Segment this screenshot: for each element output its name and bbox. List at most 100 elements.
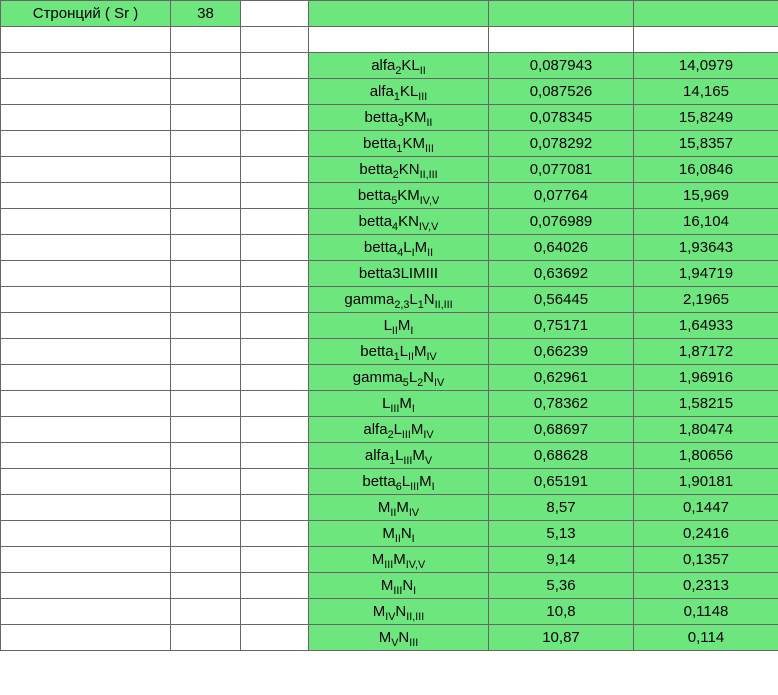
xray-line-name: betta5KMIV,V — [309, 183, 489, 209]
blank-cell — [634, 1, 778, 27]
xray-line-value-1: 10,8 — [489, 599, 634, 625]
xray-line-value-1: 0,78362 — [489, 391, 634, 417]
blank-cell — [241, 183, 309, 209]
xray-line-name: betta4LIMII — [309, 235, 489, 261]
xray-line-name: alfa2KLII — [309, 53, 489, 79]
xray-line-value-2: 0,1447 — [634, 495, 778, 521]
blank-cell — [171, 391, 241, 417]
blank-cell — [1, 521, 171, 547]
blank-cell — [1, 599, 171, 625]
blank-cell — [241, 1, 309, 27]
blank-cell — [1, 469, 171, 495]
xray-line-name: MVNIII — [309, 625, 489, 651]
blank-cell — [171, 339, 241, 365]
xray-line-value-1: 0,75171 — [489, 313, 634, 339]
xray-line-value-1: 0,07764 — [489, 183, 634, 209]
blank-cell — [241, 547, 309, 573]
blank-cell — [171, 235, 241, 261]
blank-cell — [1, 53, 171, 79]
blank-cell — [171, 209, 241, 235]
blank-cell — [1, 495, 171, 521]
blank-cell — [171, 495, 241, 521]
table-row: alfa1LIIIMV0,686281,80656 — [1, 443, 778, 469]
blank-cell — [634, 27, 778, 53]
table-row: MIINI5,130,2416 — [1, 521, 778, 547]
xray-line-name: betta6LIIIMI — [309, 469, 489, 495]
blank-cell — [171, 521, 241, 547]
blank-cell — [241, 79, 309, 105]
xray-line-name: betta2KNII,III — [309, 157, 489, 183]
spacer-row — [1, 27, 778, 53]
table-row: betta3LIMIII0,636921,94719 — [1, 261, 778, 287]
xray-line-name: betta3LIMIII — [309, 261, 489, 287]
blank-cell — [171, 365, 241, 391]
table-row: MIIIMIV,V9,140,1357 — [1, 547, 778, 573]
blank-cell — [1, 79, 171, 105]
table-row: gamma2,3L1NII,III0,564452,1965 — [1, 287, 778, 313]
xray-line-value-1: 0,62961 — [489, 365, 634, 391]
xray-line-value-1: 9,14 — [489, 547, 634, 573]
xray-line-value-2: 1,58215 — [634, 391, 778, 417]
xray-line-value-2: 2,1965 — [634, 287, 778, 313]
xray-line-value-1: 5,13 — [489, 521, 634, 547]
blank-cell — [171, 183, 241, 209]
xray-line-name: alfa1LIIIMV — [309, 443, 489, 469]
blank-cell — [171, 443, 241, 469]
blank-cell — [241, 131, 309, 157]
table-row: LIIMI0,751711,64933 — [1, 313, 778, 339]
xray-line-value-1: 0,63692 — [489, 261, 634, 287]
blank-cell — [241, 625, 309, 651]
xray-line-name: LIIMI — [309, 313, 489, 339]
blank-cell — [241, 313, 309, 339]
table-row: MVNIII10,870,114 — [1, 625, 778, 651]
blank-cell — [1, 573, 171, 599]
xray-line-name: betta1KMIII — [309, 131, 489, 157]
blank-cell — [309, 27, 489, 53]
blank-cell — [1, 391, 171, 417]
xray-line-value-2: 1,93643 — [634, 235, 778, 261]
xray-line-name: MIVNII,III — [309, 599, 489, 625]
xray-line-value-2: 16,0846 — [634, 157, 778, 183]
table-row: alfa2KLII0,08794314,0979 — [1, 53, 778, 79]
blank-cell — [241, 105, 309, 131]
blank-cell — [241, 391, 309, 417]
element-z-cell: 38 — [171, 1, 241, 27]
blank-cell — [171, 79, 241, 105]
blank-cell — [171, 417, 241, 443]
xray-line-value-2: 0,1148 — [634, 599, 778, 625]
xray-line-name: MIIINI — [309, 573, 489, 599]
xray-line-value-2: 14,0979 — [634, 53, 778, 79]
blank-cell — [171, 625, 241, 651]
xray-line-name: betta3KMII — [309, 105, 489, 131]
xray-line-value-2: 14,165 — [634, 79, 778, 105]
blank-cell — [1, 287, 171, 313]
xray-line-name: gamma2,3L1NII,III — [309, 287, 489, 313]
blank-cell — [1, 261, 171, 287]
xray-line-value-2: 1,64933 — [634, 313, 778, 339]
blank-cell — [1, 365, 171, 391]
xray-line-value-2: 16,104 — [634, 209, 778, 235]
xray-line-value-1: 0,078345 — [489, 105, 634, 131]
blank-cell — [171, 599, 241, 625]
blank-cell — [1, 131, 171, 157]
xray-line-value-1: 10,87 — [489, 625, 634, 651]
blank-cell — [309, 1, 489, 27]
blank-cell — [1, 313, 171, 339]
xray-line-value-1: 0,64026 — [489, 235, 634, 261]
xray-line-name: MIIIMIV,V — [309, 547, 489, 573]
xray-line-name: alfa2LIIIMIV — [309, 417, 489, 443]
xray-line-value-2: 15,8357 — [634, 131, 778, 157]
table-row: betta3KMII0,07834515,8249 — [1, 105, 778, 131]
xray-line-value-1: 0,076989 — [489, 209, 634, 235]
blank-cell — [241, 365, 309, 391]
blank-cell — [1, 417, 171, 443]
xray-line-name: MIINI — [309, 521, 489, 547]
table-row: betta6LIIIMI0,651911,90181 — [1, 469, 778, 495]
blank-cell — [241, 27, 309, 53]
blank-cell — [489, 1, 634, 27]
blank-cell — [1, 625, 171, 651]
xray-line-value-2: 0,114 — [634, 625, 778, 651]
blank-cell — [241, 417, 309, 443]
blank-cell — [241, 573, 309, 599]
blank-cell — [1, 443, 171, 469]
